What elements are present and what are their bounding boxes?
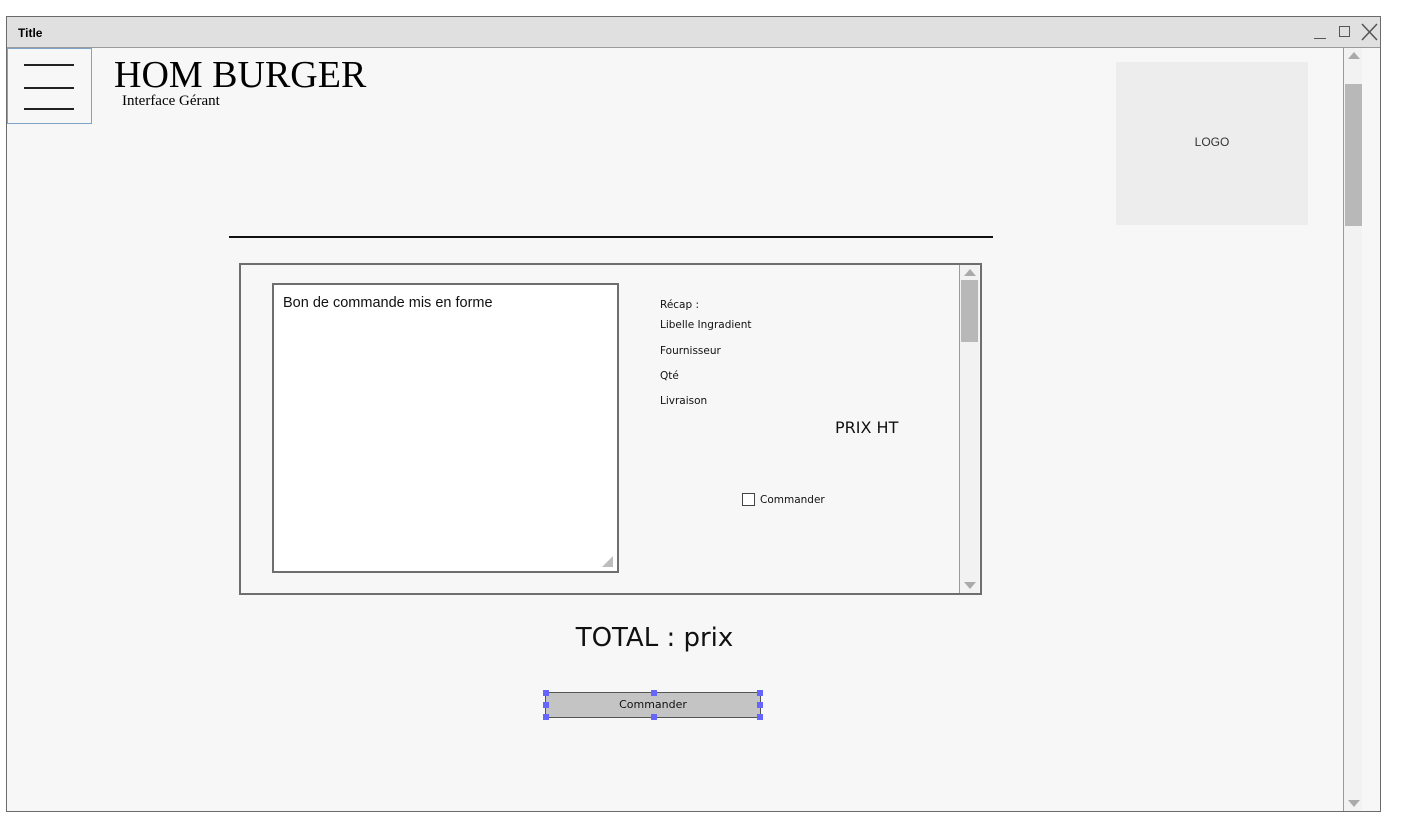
scroll-down-icon[interactable]	[964, 582, 976, 589]
maximize-icon	[1339, 26, 1350, 37]
menu-line	[24, 64, 74, 66]
selection-handle	[543, 714, 549, 720]
minimize-button[interactable]	[1312, 23, 1330, 41]
menu-button[interactable]	[7, 48, 92, 124]
order-panel: Bon de commande mis en forme Récap : Lib…	[239, 263, 982, 595]
brand-subtitle: Interface Gérant	[122, 93, 220, 109]
commander-checkbox[interactable]: Commander	[742, 493, 825, 506]
minimize-icon	[1314, 37, 1326, 39]
recap-title: Récap :	[660, 299, 700, 311]
brand-title: HOM BURGER	[114, 54, 367, 96]
menu-line	[24, 87, 74, 89]
main-scroll-thumb[interactable]	[1345, 84, 1362, 226]
commander-button-label: Commander	[619, 698, 687, 711]
recap-supplier: Fournisseur	[660, 345, 721, 357]
title-bar: Title	[7, 17, 1380, 48]
close-button[interactable]	[1360, 23, 1378, 41]
window-title: Title	[18, 26, 43, 40]
main-scroll-up-icon[interactable]	[1348, 52, 1360, 59]
recap-quantity: Qté	[660, 370, 679, 382]
checkbox-icon[interactable]	[742, 493, 755, 506]
panel-scroll-thumb[interactable]	[961, 280, 978, 342]
commander-button[interactable]: Commander	[543, 690, 763, 720]
selection-handle	[757, 702, 763, 708]
order-form-textarea[interactable]: Bon de commande mis en forme	[272, 283, 619, 573]
order-form-text: Bon de commande mis en forme	[283, 295, 493, 311]
menu-line	[24, 108, 74, 110]
selection-handle	[543, 690, 549, 696]
main-content: HOM BURGER Interface Gérant LOGO Bon de …	[7, 48, 1362, 811]
price-ht-label: PRIX HT	[835, 418, 899, 437]
resize-grip-icon[interactable]	[602, 556, 613, 567]
close-icon	[1361, 23, 1378, 41]
scroll-up-icon[interactable]	[964, 269, 976, 276]
total-label: TOTAL : prix	[575, 623, 734, 653]
selection-handle	[757, 690, 763, 696]
window-controls	[1312, 21, 1378, 43]
maximize-button[interactable]	[1336, 23, 1354, 41]
panel-scrollbar[interactable]	[959, 265, 979, 593]
logo-label: LOGO	[1194, 135, 1230, 149]
app-window: Title HOM BURGER Interface Gérant LOGO B…	[6, 16, 1381, 812]
main-scrollbar[interactable]	[1343, 48, 1362, 811]
selection-handle	[543, 702, 549, 708]
header-divider	[229, 236, 993, 238]
commander-checkbox-label: Commander	[760, 493, 825, 506]
recap-delivery: Livraison	[660, 395, 708, 407]
logo-placeholder: LOGO	[1116, 62, 1308, 225]
selection-handle	[651, 714, 657, 720]
main-scroll-down-icon[interactable]	[1348, 800, 1360, 807]
selection-handle	[757, 714, 763, 720]
recap-ingredient: Libelle Ingradient	[660, 319, 752, 331]
selection-handle	[651, 690, 657, 696]
